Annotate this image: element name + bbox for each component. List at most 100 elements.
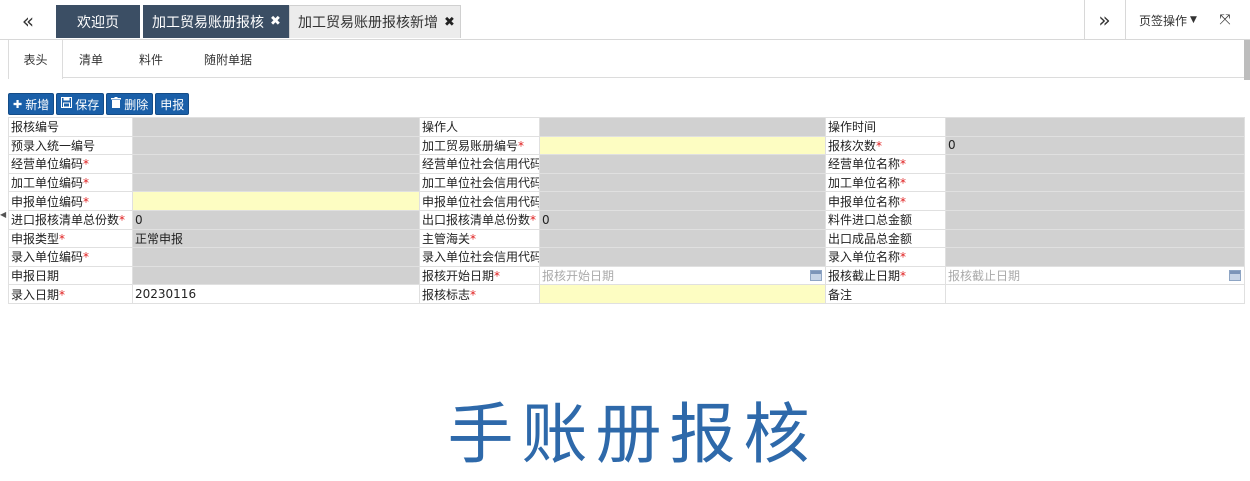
field-label-text: 报核次数 — [828, 138, 877, 153]
field-input[interactable] — [132, 154, 420, 174]
field-label: 主管海关* — [419, 228, 540, 249]
field-input[interactable] — [539, 284, 826, 304]
field-input[interactable] — [539, 154, 826, 174]
field-label: 录入日期* — [8, 284, 133, 304]
save-button[interactable]: 保存 — [56, 93, 105, 115]
required-marker: * — [83, 157, 90, 172]
field-input[interactable]: 正常申报 — [132, 228, 420, 249]
field-input[interactable] — [945, 191, 1245, 211]
field-input[interactable] — [132, 191, 420, 211]
field-label-text: 出口报核清单总份数 — [422, 213, 531, 228]
field-input[interactable] — [132, 247, 420, 267]
field-label-text: 加工贸易账册编号 — [422, 138, 519, 153]
field-value: 正常申报 — [135, 231, 184, 246]
field-label-text: 录入单位编码 — [11, 250, 84, 265]
scrollbar[interactable] — [1244, 40, 1250, 80]
field-label-text: 申报单位社会信用代码 — [422, 194, 540, 209]
field-label-text: 主管海关 — [422, 231, 471, 246]
field-label-text: 报核标志 — [422, 287, 471, 302]
field-input[interactable] — [539, 172, 826, 193]
subtab-attachments[interactable]: 随附单据 — [188, 40, 268, 78]
required-marker: * — [900, 269, 907, 284]
tab-ledger-audit[interactable]: 加工贸易账册报核 ✖ — [143, 5, 289, 38]
tab-welcome[interactable]: 欢迎页 — [56, 5, 140, 38]
close-icon[interactable]: ✖ — [270, 14, 281, 29]
fullscreen-icon[interactable]: ⤧ — [1210, 0, 1240, 40]
form-row: 经营单位编码* 经营单位社会信用代码 经营单位名称* — [8, 154, 1245, 174]
field-input[interactable] — [132, 265, 420, 286]
calendar-icon[interactable] — [1229, 269, 1241, 281]
required-marker: * — [900, 250, 907, 265]
field-label: 申报类型* — [8, 228, 133, 249]
field-input[interactable]: 20230116 — [132, 284, 420, 304]
declare-button[interactable]: 申报 — [155, 93, 190, 115]
field-input[interactable]: 0 — [945, 135, 1245, 156]
add-button[interactable]: ✚ 新增 — [8, 93, 55, 115]
date-placeholder: 报核开始日期 — [542, 269, 615, 284]
field-label: 录入单位编码* — [8, 247, 133, 267]
required-marker: * — [470, 231, 477, 246]
tab-ledger-audit-new[interactable]: 加工贸易账册报核新增 ✖ — [289, 5, 461, 38]
field-input[interactable] — [132, 172, 420, 193]
save-button-label: 保存 — [75, 97, 100, 112]
field-input[interactable] — [945, 228, 1245, 249]
field-label: 报核编号 — [8, 117, 133, 137]
field-input[interactable] — [539, 135, 826, 156]
required-marker: * — [530, 213, 537, 228]
top-tab-bar: « 欢迎页 加工贸易账册报核 ✖ 加工贸易账册报核新增 ✖ » 页签操作 ▼ ⤧ — [0, 0, 1250, 40]
field-input[interactable] — [132, 117, 420, 137]
field-label: 申报单位社会信用代码 — [419, 191, 540, 211]
field-input[interactable] — [945, 284, 1245, 304]
field-input[interactable] — [132, 135, 420, 156]
tab-ledger-audit-label: 加工贸易账册报核 — [152, 14, 264, 31]
tabs-scroll-left-button[interactable]: « — [8, 6, 48, 36]
date-input[interactable]: 报核截止日期 — [945, 265, 1245, 286]
field-label: 申报单位编码* — [8, 191, 133, 211]
tabs-scroll-right-button[interactable]: » — [1084, 0, 1124, 40]
form-row: 申报日期 报核开始日期* 报核开始日期 报核截止日期* 报核截止日期 — [8, 265, 1245, 286]
required-marker: * — [59, 287, 66, 302]
field-input[interactable] — [945, 117, 1245, 137]
field-input[interactable] — [945, 209, 1245, 230]
field-label: 加工单位社会信用代码 — [419, 172, 540, 193]
field-label: 操作人 — [419, 117, 540, 137]
field-label-text: 操作人 — [422, 120, 459, 135]
subtab-header[interactable]: 表头 — [8, 40, 63, 79]
field-input[interactable] — [945, 172, 1245, 193]
field-input[interactable] — [539, 117, 826, 137]
subtab-materials[interactable]: 料件 — [126, 40, 176, 78]
field-label: 经营单位名称* — [825, 154, 946, 174]
field-label-text: 加工单位编码 — [11, 176, 84, 191]
required-marker: * — [83, 194, 90, 209]
calendar-icon[interactable] — [810, 269, 822, 281]
field-label: 出口报核清单总份数* — [419, 209, 540, 230]
required-marker: * — [900, 157, 907, 172]
page-banner-title: 手账册报核 — [447, 396, 818, 473]
field-label-text: 申报单位名称 — [828, 194, 901, 209]
field-input[interactable] — [539, 228, 826, 249]
page-ops-dropdown[interactable]: 页签操作 ▼ — [1125, 0, 1210, 40]
form-row: 申报类型* 正常申报 主管海关* 出口成品总金额 — [8, 228, 1245, 249]
field-input[interactable]: 0 — [539, 209, 826, 230]
caret-down-icon: ▼ — [1190, 15, 1197, 25]
subtab-list[interactable]: 清单 — [66, 40, 116, 78]
field-input[interactable] — [539, 191, 826, 211]
field-label-text: 申报单位编码 — [11, 194, 84, 209]
date-input[interactable]: 报核开始日期 — [539, 265, 826, 286]
field-label-text: 加工单位社会信用代码 — [422, 176, 540, 191]
form-row: 进口报核清单总份数* 0 出口报核清单总份数* 0 料件进口总金额 — [8, 209, 1245, 230]
tab-ledger-audit-new-label: 加工贸易账册报核新增 — [298, 15, 438, 31]
field-label: 料件进口总金额 — [825, 209, 946, 230]
field-value: 20230116 — [135, 287, 197, 302]
field-label-text: 申报类型 — [11, 231, 60, 246]
field-input[interactable]: 0 — [132, 209, 420, 230]
field-input[interactable] — [539, 247, 826, 267]
field-label: 加工贸易账册编号* — [419, 135, 540, 156]
delete-button[interactable]: 删除 — [106, 93, 154, 115]
close-icon[interactable]: ✖ — [444, 15, 455, 30]
field-input[interactable] — [945, 247, 1245, 267]
field-label-text: 预录入统一编号 — [11, 138, 96, 153]
field-input[interactable] — [945, 154, 1245, 174]
field-label: 录入单位社会信用代码 — [419, 247, 540, 267]
collapse-left-icon[interactable]: ◀ — [0, 210, 6, 219]
